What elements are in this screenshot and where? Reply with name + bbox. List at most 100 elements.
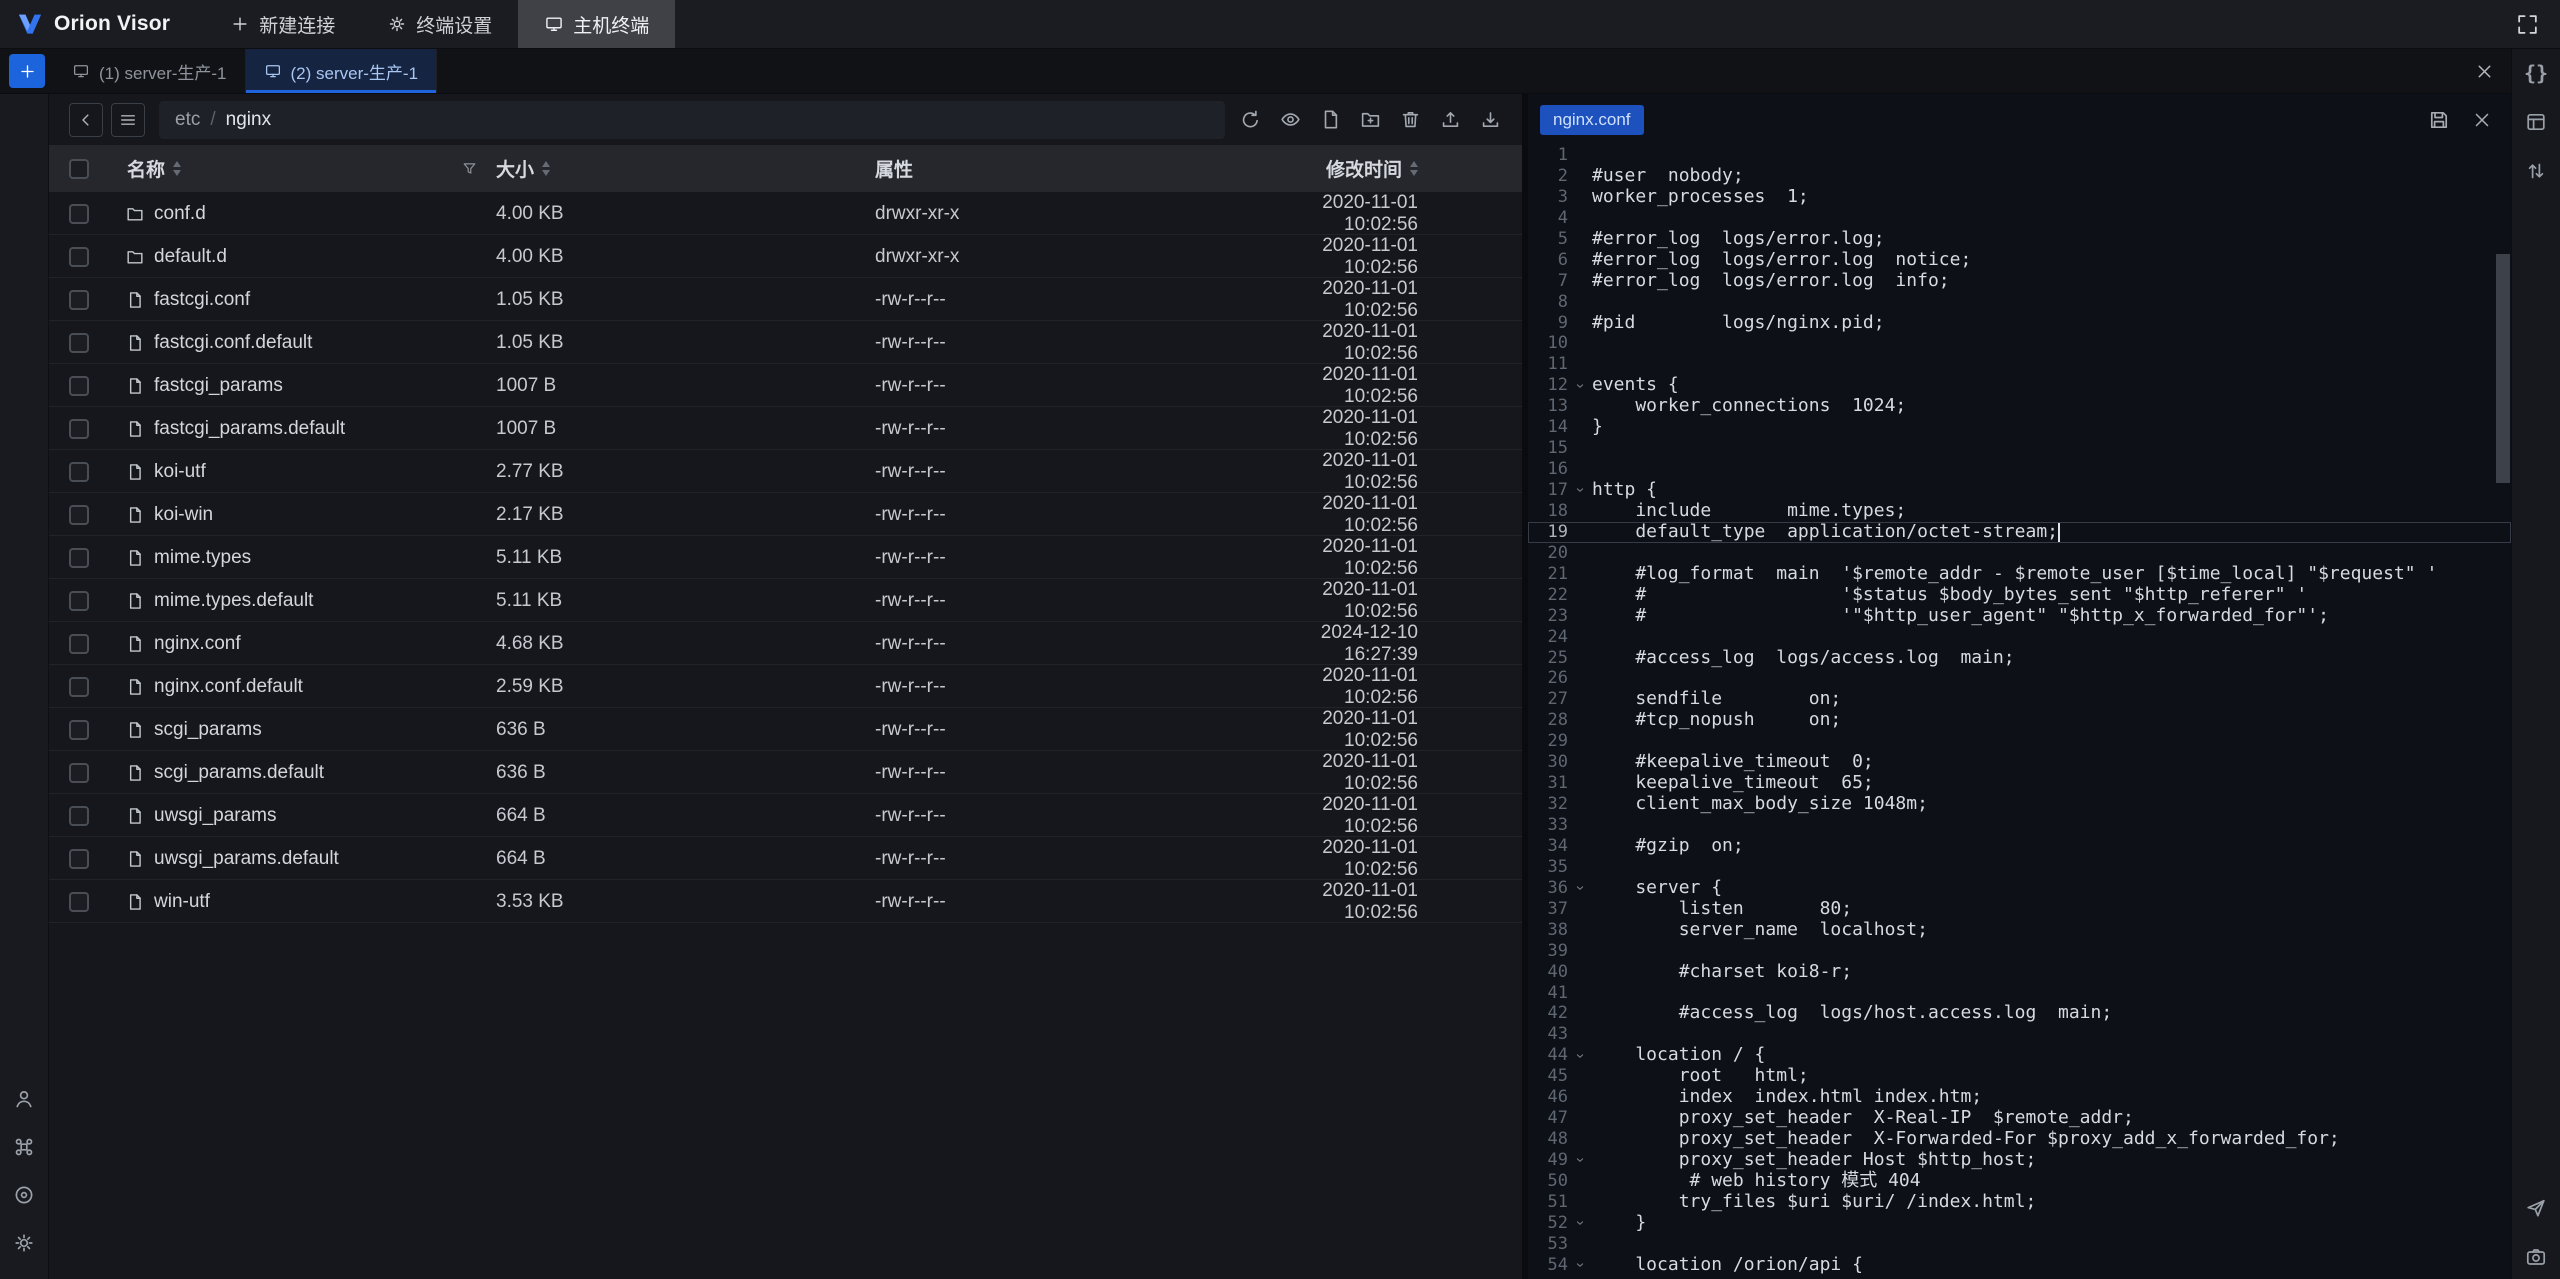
row-checkbox[interactable]	[49, 720, 109, 740]
select-all-checkbox[interactable]	[49, 145, 109, 192]
file-name[interactable]: conf.d	[154, 203, 206, 225]
table-row[interactable]: default.d4.00 KBdrwxr-xr-x2020-11-01 10:…	[49, 235, 1522, 278]
fold-chevron-icon[interactable]	[1568, 1213, 1592, 1234]
code-line[interactable]: 32 client_max_body_size 1048m;	[1528, 794, 2511, 815]
new-folder-icon[interactable]	[1359, 108, 1382, 131]
code-line[interactable]: 23 # '"$http_user_agent" "$http_x_forwar…	[1528, 606, 2511, 627]
code-line[interactable]: 31 keepalive_timeout 65;	[1528, 773, 2511, 794]
code-line[interactable]: 44 location / {	[1528, 1045, 2511, 1066]
fullscreen-icon[interactable]	[2515, 12, 2540, 37]
code-line[interactable]: 34 #gzip on;	[1528, 836, 2511, 857]
code-line[interactable]: 45 root html;	[1528, 1066, 2511, 1087]
fold-chevron-icon[interactable]	[1568, 375, 1592, 396]
row-checkbox[interactable]	[49, 247, 109, 267]
breadcrumb[interactable]: etc/nginx	[159, 101, 1225, 139]
code-line[interactable]: 37 listen 80;	[1528, 899, 2511, 920]
code-line[interactable]: 27 sendfile on;	[1528, 689, 2511, 710]
table-row[interactable]: nginx.conf.default2.59 KB-rw-r--r--2020-…	[49, 665, 1522, 708]
row-checkbox[interactable]	[49, 634, 109, 654]
file-name[interactable]: scgi_params.default	[154, 762, 324, 784]
file-name[interactable]: uwsgi_params.default	[154, 848, 339, 870]
table-row[interactable]: uwsgi_params664 B-rw-r--r--2020-11-01 10…	[49, 794, 1522, 837]
file-name[interactable]: nginx.conf.default	[154, 676, 303, 698]
code-line[interactable]: 42 #access_log logs/host.access.log main…	[1528, 1003, 2511, 1024]
row-checkbox[interactable]	[49, 806, 109, 826]
screenshot-icon[interactable]	[2524, 1245, 2548, 1269]
code-line[interactable]: 13 worker_connections 1024;	[1528, 396, 2511, 417]
file-name[interactable]: mime.types	[154, 547, 251, 569]
fold-chevron-icon[interactable]	[1568, 1150, 1592, 1171]
list-view-button[interactable]	[111, 103, 145, 137]
code-line[interactable]: 41	[1528, 983, 2511, 1004]
code-line[interactable]: 19 default_type application/octet-stream…	[1528, 522, 2511, 543]
upload-icon[interactable]	[1439, 108, 1462, 131]
menu-item-host-terminal[interactable]: 主机终端	[518, 0, 675, 48]
file-name[interactable]: default.d	[154, 246, 227, 268]
file-name[interactable]: nginx.conf	[154, 633, 241, 655]
fold-chevron-icon[interactable]	[1568, 1045, 1592, 1066]
code-line[interactable]: 9#pid logs/nginx.pid;	[1528, 313, 2511, 334]
file-name[interactable]: koi-utf	[154, 461, 206, 483]
editor-file-tab[interactable]: nginx.conf	[1540, 105, 1644, 135]
transfer-icon[interactable]	[2524, 159, 2548, 183]
close-icon[interactable]	[2471, 109, 2493, 131]
table-row[interactable]: scgi_params636 B-rw-r--r--2020-11-01 10:…	[49, 708, 1522, 751]
table-row[interactable]: mime.types5.11 KB-rw-r--r--2020-11-01 10…	[49, 536, 1522, 579]
table-row[interactable]: fastcgi.conf.default1.05 KB-rw-r--r--202…	[49, 321, 1522, 364]
theme-icon[interactable]	[12, 1183, 36, 1207]
settings-icon[interactable]	[12, 1231, 36, 1255]
row-checkbox[interactable]	[49, 892, 109, 912]
braces-icon[interactable]: {}	[2524, 61, 2548, 85]
code-line[interactable]: 18 include mime.types;	[1528, 501, 2511, 522]
code-line[interactable]: 40 #charset koi8-r;	[1528, 962, 2511, 983]
code-line[interactable]: 54 location /orion/api {	[1528, 1255, 2511, 1276]
row-checkbox[interactable]	[49, 376, 109, 396]
table-row[interactable]: fastcgi.conf1.05 KB-rw-r--r--2020-11-01 …	[49, 278, 1522, 321]
code-line[interactable]: 17http {	[1528, 480, 2511, 501]
back-button[interactable]	[69, 103, 103, 137]
menu-item-new-connection[interactable]: 新建连接	[204, 0, 361, 48]
code-line[interactable]: 15	[1528, 438, 2511, 459]
column-header-size[interactable]: 大小	[484, 145, 859, 192]
code-line[interactable]: 3worker_processes 1;	[1528, 187, 2511, 208]
code-line[interactable]: 51 try_files $uri $uri/ /index.html;	[1528, 1192, 2511, 1213]
download-icon[interactable]	[1479, 108, 1502, 131]
code-line[interactable]: 11	[1528, 354, 2511, 375]
send-icon[interactable]	[2524, 1196, 2548, 1220]
table-row[interactable]: fastcgi_params1007 B-rw-r--r--2020-11-01…	[49, 364, 1522, 407]
code-line[interactable]: 6#error_log logs/error.log notice;	[1528, 250, 2511, 271]
file-name[interactable]: uwsgi_params	[154, 805, 277, 827]
code-line[interactable]: 1	[1528, 145, 2511, 166]
code-line[interactable]: 21 #log_format main '$remote_addr - $rem…	[1528, 564, 2511, 585]
file-name[interactable]: fastcgi.conf	[154, 289, 250, 311]
sort-icon[interactable]	[1410, 161, 1418, 176]
code-line[interactable]: 16	[1528, 459, 2511, 480]
column-header-mtime[interactable]: 修改时间	[1289, 145, 1522, 192]
table-row[interactable]: win-utf3.53 KB-rw-r--r--2020-11-01 10:02…	[49, 880, 1522, 923]
row-checkbox[interactable]	[49, 204, 109, 224]
code-line[interactable]: 49 proxy_set_header Host $http_host;	[1528, 1150, 2511, 1171]
breadcrumb-segment[interactable]: nginx	[226, 109, 271, 131]
sort-icon[interactable]	[173, 161, 181, 176]
code-line[interactable]: 28 #tcp_nopush on;	[1528, 710, 2511, 731]
file-name[interactable]: mime.types.default	[154, 590, 313, 612]
code-line[interactable]: 33	[1528, 815, 2511, 836]
file-name[interactable]: fastcgi_params.default	[154, 418, 345, 440]
code-line[interactable]: 50 # web history 模式 404	[1528, 1171, 2511, 1192]
code-line[interactable]: 8	[1528, 292, 2511, 313]
menu-item-terminal-settings[interactable]: 终端设置	[361, 0, 518, 48]
eye-icon[interactable]	[1279, 108, 1302, 131]
row-checkbox[interactable]	[49, 591, 109, 611]
column-header-name[interactable]: 名称	[109, 145, 484, 192]
row-checkbox[interactable]	[49, 462, 109, 482]
code-line[interactable]: 25 #access_log logs/access.log main;	[1528, 648, 2511, 669]
code-line[interactable]: 7#error_log logs/error.log info;	[1528, 271, 2511, 292]
save-icon[interactable]	[2427, 108, 2451, 132]
code-line[interactable]: 12events {	[1528, 375, 2511, 396]
table-row[interactable]: fastcgi_params.default1007 B-rw-r--r--20…	[49, 407, 1522, 450]
terminal-tab-2[interactable]: (2) server-生产-1	[246, 49, 438, 93]
new-file-icon[interactable]	[1319, 108, 1342, 131]
code-line[interactable]: 20	[1528, 543, 2511, 564]
brand[interactable]: Orion Visor	[0, 10, 178, 38]
file-name[interactable]: fastcgi_params	[154, 375, 283, 397]
